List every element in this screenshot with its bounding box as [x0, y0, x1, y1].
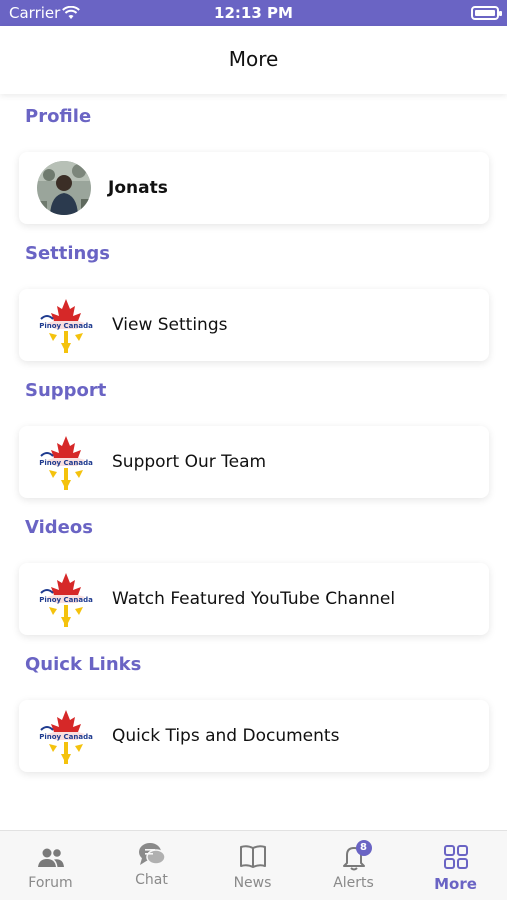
- nav-header: More: [0, 26, 507, 94]
- logo-wordmark: Pinoy Canada: [39, 322, 93, 330]
- tab-chat[interactable]: Chat: [101, 831, 202, 900]
- logo-wordmark: Pinoy Canada: [39, 596, 93, 604]
- status-bar: Carrier 12:13 PM: [0, 0, 507, 26]
- page-title: More: [228, 47, 279, 71]
- tab-news[interactable]: News: [202, 831, 303, 900]
- view-settings-card[interactable]: Pinoy Canada View Settings: [19, 289, 489, 361]
- chat-bubbles-icon: [137, 841, 167, 869]
- tab-bar: Forum Chat News 8 Alerts More: [0, 830, 507, 900]
- quick-tips-label: Quick Tips and Documents: [112, 726, 340, 746]
- alerts-badge: 8: [355, 840, 372, 856]
- pinoy-canada-logo: Pinoy Canada: [37, 434, 95, 492]
- support-team-card[interactable]: Pinoy Canada Support Our Team: [19, 426, 489, 498]
- people-icon: [36, 843, 66, 871]
- tab-news-label: News: [233, 875, 272, 891]
- youtube-channel-label: Watch Featured YouTube Channel: [112, 589, 396, 609]
- tab-forum-label: Forum: [28, 875, 73, 891]
- quick-tips-card[interactable]: Pinoy Canada Quick Tips and Documents: [19, 700, 489, 772]
- tab-chat-label: Chat: [135, 872, 168, 888]
- grid-icon: [441, 843, 471, 871]
- view-settings-label: View Settings: [112, 315, 228, 335]
- logo-wordmark: Pinoy Canada: [39, 459, 93, 467]
- more-menu-list[interactable]: Profile Jonats Settings Pinoy Canada Vie…: [0, 94, 507, 830]
- tab-more-label: More: [434, 875, 477, 893]
- pinoy-canada-logo: Pinoy Canada: [37, 571, 95, 629]
- section-title-quick-links: Quick Links: [25, 654, 142, 675]
- youtube-channel-card[interactable]: Pinoy Canada Watch Featured YouTube Chan…: [19, 563, 489, 635]
- logo-wordmark: Pinoy Canada: [39, 733, 93, 741]
- clock: 12:13 PM: [214, 4, 293, 22]
- section-title-settings: Settings: [25, 243, 110, 264]
- section-title-profile: Profile: [25, 106, 92, 127]
- tab-alerts[interactable]: 8 Alerts: [303, 831, 404, 900]
- pinoy-canada-logo: Pinoy Canada: [37, 708, 95, 766]
- pinoy-canada-logo: Pinoy Canada: [37, 297, 95, 355]
- tab-alerts-label: Alerts: [333, 875, 374, 891]
- bell-icon: 8: [339, 840, 372, 871]
- avatar: [37, 161, 91, 215]
- support-team-label: Support Our Team: [112, 452, 267, 472]
- battery-icon: [471, 6, 502, 20]
- tab-forum[interactable]: Forum: [0, 831, 101, 900]
- profile-name: Jonats: [108, 178, 168, 198]
- tab-more[interactable]: More: [405, 831, 506, 900]
- section-title-support: Support: [25, 380, 107, 401]
- section-title-videos: Videos: [25, 517, 93, 538]
- profile-card[interactable]: Jonats: [19, 152, 489, 224]
- book-icon: [238, 843, 268, 871]
